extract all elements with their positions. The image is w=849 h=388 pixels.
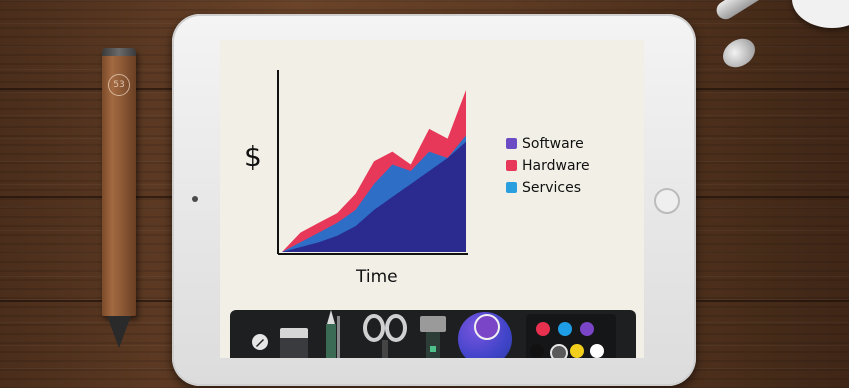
scissors-tool-icon[interactable] [362,312,408,358]
y-axis-label: $ [244,140,262,173]
palette-color-yellow[interactable] [570,344,584,358]
pencil-cap [102,48,136,56]
front-camera [192,196,198,202]
palette-color-gray[interactable] [550,344,568,358]
drawing-toolbar [230,310,636,358]
palette-color-white[interactable] [590,344,604,358]
pencil-tool-icon[interactable] [252,334,268,350]
color-mixer-icon[interactable] [458,312,512,358]
selected-color-ring [474,314,500,340]
palette-color-purple[interactable] [580,322,594,336]
palette-color-red[interactable] [536,322,550,336]
legend-swatch-hardware [506,160,517,171]
color-palette [526,314,616,358]
palette-color-blue[interactable] [558,322,572,336]
legend-swatch-services [506,182,517,193]
pencil-tip [107,316,131,348]
drawing-canvas[interactable]: $ Time Software Hardware Services [220,40,644,358]
legend-label-software: Software [522,136,584,152]
home-button[interactable] [654,188,680,214]
chart-legend: Software Hardware Services [506,136,590,196]
marker-tool-icon[interactable] [418,312,448,358]
palette-color-black[interactable] [530,344,544,358]
tablet-device: $ Time Software Hardware Services [172,14,696,386]
pencil-logo: 53 [108,74,130,96]
x-axis-label: Time [355,267,398,287]
eraser-tool-icon[interactable] [280,328,308,358]
legend-label-services: Services [522,180,581,196]
stylus-pencil: 53 [102,48,136,348]
legend-label-hardware: Hardware [522,158,590,174]
legend-swatch-software [506,138,517,149]
pen-tool-icon[interactable] [322,310,340,358]
